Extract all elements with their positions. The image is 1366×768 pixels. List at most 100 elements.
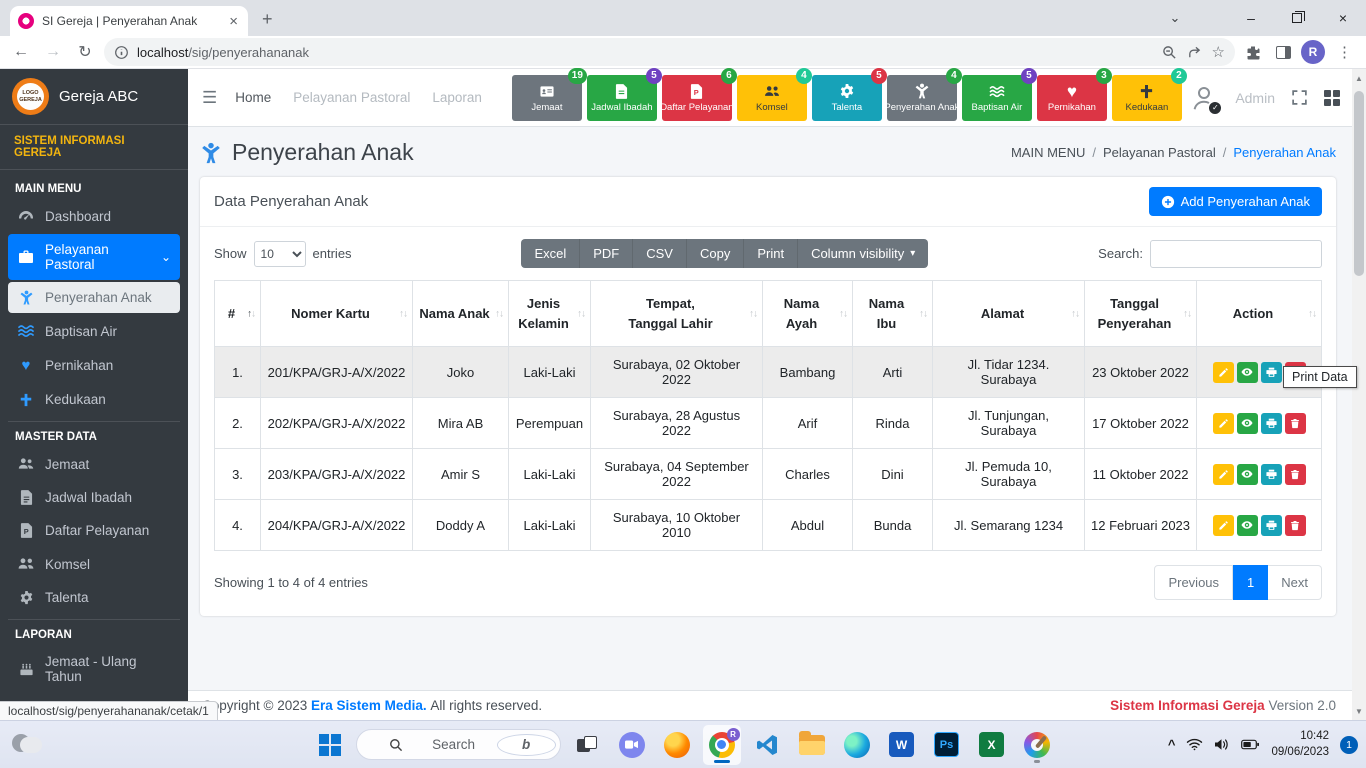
tray-chevron-icon[interactable]: ^: [1168, 737, 1176, 752]
user-avatar-icon[interactable]: ✓: [1189, 83, 1219, 113]
next-page-button[interactable]: Next: [1268, 565, 1322, 600]
tile-baptisan-air[interactable]: Baptisan Air 5: [962, 75, 1032, 121]
wifi-icon[interactable]: [1186, 738, 1203, 751]
sidebar-brand[interactable]: LOGO GEREJA Gereja ABC: [0, 69, 188, 125]
new-tab-button[interactable]: +: [262, 9, 273, 30]
fullscreen-icon[interactable]: [1291, 89, 1308, 106]
volume-icon[interactable]: [1214, 738, 1230, 751]
tile-jadwal-ibadah[interactable]: Jadwal Ibadah 5: [587, 75, 657, 121]
start-button[interactable]: [311, 725, 349, 765]
sort-icons[interactable]: ↑↓: [1308, 306, 1316, 321]
excel-button[interactable]: X: [973, 725, 1011, 765]
sidebar-item-jemaat[interactable]: Jemaat: [8, 448, 180, 480]
scroll-up-arrow[interactable]: ▲: [1352, 71, 1366, 85]
window-minimize-button[interactable]: –: [1228, 0, 1274, 36]
sort-icons[interactable]: ↑↓: [399, 306, 407, 321]
print-row-button[interactable]: [1261, 515, 1282, 536]
sidebar-item-talenta[interactable]: Talenta: [8, 582, 180, 613]
back-button[interactable]: ←: [8, 39, 34, 65]
edit-button[interactable]: [1213, 515, 1234, 536]
tile-pernikahan[interactable]: ♥ Pernikahan 3: [1037, 75, 1107, 121]
previous-page-button[interactable]: Previous: [1154, 565, 1233, 600]
print-row-button[interactable]: [1261, 464, 1282, 485]
view-button[interactable]: [1237, 515, 1258, 536]
tile-penyerahan-anak[interactable]: Penyerahan Anak 4: [887, 75, 957, 121]
tab-close-icon[interactable]: ×: [227, 13, 240, 30]
view-button[interactable]: [1237, 413, 1258, 434]
browser-tab[interactable]: SI Gereja | Penyerahan Anak ×: [10, 6, 248, 36]
col-header-nama-ibu[interactable]: Nama Ibu↑↓: [853, 281, 933, 347]
tile-talenta[interactable]: Talenta 5: [812, 75, 882, 121]
col-header-action[interactable]: Action↑↓: [1197, 281, 1322, 347]
col-header-alamat[interactable]: Alamat↑↓: [933, 281, 1085, 347]
reload-button[interactable]: ↻: [72, 39, 98, 65]
taskbar-clock[interactable]: 10:42 09/06/2023: [1271, 729, 1329, 760]
share-icon[interactable]: [1187, 45, 1202, 60]
add-penyerahan-anak-button[interactable]: Add Penyerahan Anak: [1149, 187, 1322, 216]
browser-menu-icon[interactable]: ⋮: [1331, 43, 1358, 61]
site-info-icon[interactable]: [114, 45, 129, 60]
print-button[interactable]: Print: [744, 239, 798, 268]
table-row[interactable]: 2. 202/KPA/GRJ-A/X/2022 Mira AB Perempua…: [215, 398, 1322, 449]
sort-icons[interactable]: ↑↓: [749, 306, 757, 321]
scroll-down-arrow[interactable]: ▼: [1352, 704, 1366, 718]
copy-button[interactable]: Copy: [687, 239, 744, 268]
col-header-no[interactable]: #↑↓: [215, 281, 261, 347]
nav-link-pelayanan-pastoral[interactable]: Pelayanan Pastoral: [293, 90, 410, 105]
sidebar-item-daftar-pelayanan[interactable]: P Daftar Pelayanan: [8, 515, 180, 546]
page-size-select[interactable]: 10: [254, 241, 306, 267]
sidebar-item-baptisan-air[interactable]: Baptisan Air: [8, 315, 180, 347]
table-row[interactable]: 3. 203/KPA/GRJ-A/X/2022 Amir S Laki-Laki…: [215, 449, 1322, 500]
teams-chat-button[interactable]: [613, 725, 651, 765]
col-header-tempat-tanggal-lahir[interactable]: Tempat, Tanggal Lahir↑↓: [591, 281, 763, 347]
vscode-button[interactable]: [748, 725, 786, 765]
photoshop-button[interactable]: Ps: [928, 725, 966, 765]
nav-link-laporan[interactable]: Laporan: [432, 90, 482, 105]
window-close-button[interactable]: ×: [1320, 0, 1366, 36]
tile-daftar-pelayanan[interactable]: P Daftar Pelayanan 6: [662, 75, 732, 121]
company-link[interactable]: Era Sistem Media.: [311, 698, 427, 713]
zoom-icon[interactable]: [1162, 45, 1177, 60]
edit-button[interactable]: [1213, 362, 1234, 383]
view-button[interactable]: [1237, 464, 1258, 485]
delete-button[interactable]: [1285, 464, 1306, 485]
edit-button[interactable]: [1213, 413, 1234, 434]
excel-button[interactable]: Excel: [521, 239, 580, 268]
delete-button[interactable]: [1285, 413, 1306, 434]
search-input[interactable]: [1150, 240, 1322, 268]
breadcrumb-pelayanan-pastoral[interactable]: Pelayanan Pastoral: [1103, 145, 1216, 160]
hamburger-icon[interactable]: ☰: [202, 88, 217, 108]
paint-button[interactable]: [1018, 725, 1056, 765]
column-visibility-button[interactable]: Column visibility▾: [798, 239, 928, 268]
sidebar-item-dashboard[interactable]: Dashboard: [8, 200, 180, 232]
col-header-tanggal-penyerahan[interactable]: Tanggal Penyerahan↑↓: [1085, 281, 1197, 347]
sort-icons[interactable]: ↑↓: [247, 306, 255, 321]
col-header-jenis-kelamin[interactable]: Jenis Kelamin↑↓: [509, 281, 591, 347]
chrome-button[interactable]: R: [703, 725, 741, 765]
edge-button[interactable]: [838, 725, 876, 765]
task-view-button[interactable]: [568, 725, 606, 765]
col-header-nama-anak[interactable]: Nama Anak↑↓: [413, 281, 509, 347]
file-explorer-button[interactable]: [793, 725, 831, 765]
notification-count-badge[interactable]: 1: [1340, 736, 1358, 754]
tile-komsel[interactable]: Komsel 4: [737, 75, 807, 121]
sidebar-item-komsel[interactable]: Komsel: [8, 548, 180, 580]
edit-button[interactable]: [1213, 464, 1234, 485]
word-button[interactable]: W: [883, 725, 921, 765]
taskbar-search-box[interactable]: Search b: [356, 729, 561, 760]
sort-icons[interactable]: ↑↓: [1183, 306, 1191, 321]
col-header-nama-ayah[interactable]: Nama Ayah↑↓: [763, 281, 853, 347]
sort-icons[interactable]: ↑↓: [919, 306, 927, 321]
csv-button[interactable]: CSV: [633, 239, 687, 268]
address-bar[interactable]: localhost/sig/penyerahananak ☆: [104, 38, 1235, 66]
col-header-nomer-kartu[interactable]: Nomer Kartu↑↓: [261, 281, 413, 347]
battery-icon[interactable]: [1241, 739, 1260, 750]
view-button[interactable]: [1237, 362, 1258, 383]
print-row-button[interactable]: [1261, 413, 1282, 434]
sort-icons[interactable]: ↑↓: [839, 306, 847, 321]
sidebar-item-pernikahan[interactable]: ♥ Pernikahan: [8, 349, 180, 382]
delete-button[interactable]: [1285, 515, 1306, 536]
pdf-button[interactable]: PDF: [580, 239, 633, 268]
forward-button[interactable]: →: [40, 39, 66, 65]
sort-icons[interactable]: ↑↓: [577, 306, 585, 321]
